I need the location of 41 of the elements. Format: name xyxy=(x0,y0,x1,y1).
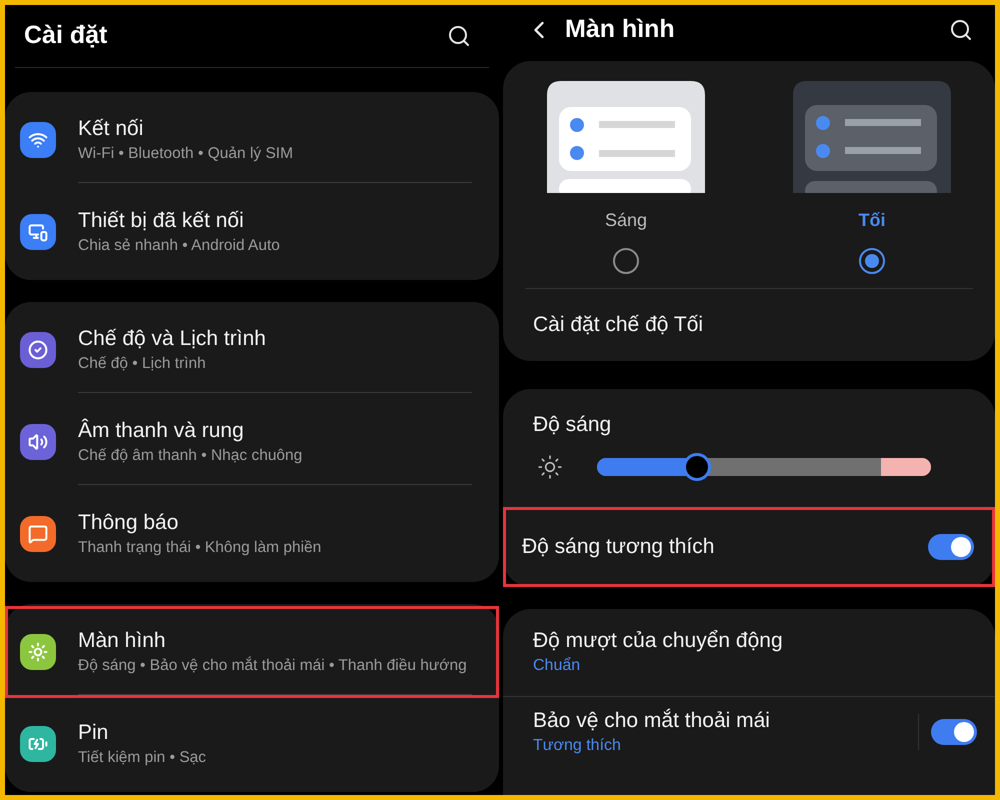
item-subtitle: Chế độ • Lịch trình xyxy=(78,354,207,374)
item-value: Tương thích xyxy=(533,736,622,756)
item-subtitle: Chia sẻ nhanh • Android Auto xyxy=(78,236,281,256)
toggle-switch[interactable] xyxy=(928,534,974,560)
settings-item[interactable]: Pin Tiết kiệm pin • Sạc xyxy=(5,698,499,790)
item-title: Thông báo xyxy=(78,510,180,536)
item-subtitle: Độ sáng • Bảo vệ cho mắt thoải mái • Thanh điều hướng xyxy=(78,656,468,676)
settings-item[interactable]: Thông báo Thanh trạng thái • Không làm phiền xyxy=(5,488,499,580)
item-title: Chế độ và Lịch trình xyxy=(78,326,267,352)
item-title: Bảo vệ cho mắt thoải mái xyxy=(533,708,771,734)
item-title: Thiết bị đã kết nối xyxy=(78,208,245,234)
search-icon[interactable] xyxy=(447,24,471,48)
brightness-title: Độ sáng xyxy=(532,412,612,438)
settings-item[interactable]: Chế độ và Lịch trình Chế độ • Lịch trình xyxy=(5,304,499,396)
radio-button[interactable] xyxy=(859,248,885,274)
item-title: Màn hình xyxy=(78,628,167,654)
item-subtitle: Chế độ âm thanh • Nhạc chuông xyxy=(78,446,304,466)
slider-thumb[interactable] xyxy=(683,452,712,480)
item-title: Kết nối xyxy=(78,116,144,142)
sun-icon xyxy=(537,454,563,480)
theme-label: Sáng xyxy=(604,209,648,232)
theme-label: Tối xyxy=(858,209,886,232)
item-title: Độ mượt của chuyển động xyxy=(533,628,784,654)
settings-item[interactable]: Thiết bị đã kết nối Chia sẻ nhanh • Android Auto xyxy=(5,186,499,278)
settings-item[interactable]: Âm thanh và rung Chế độ âm thanh • Nhạc chuông xyxy=(5,396,499,488)
item-title: Pin xyxy=(78,720,110,746)
search-icon[interactable] xyxy=(949,18,973,42)
item-subtitle: Tiết kiệm pin • Sạc xyxy=(78,748,208,768)
page-title: Màn hình xyxy=(565,14,675,46)
item-title: Âm thanh và rung xyxy=(78,418,245,444)
item-value: Chuẩn xyxy=(533,656,582,676)
radio-button[interactable] xyxy=(613,248,639,274)
settings-item[interactable]: Màn hình Độ sáng • Bảo vệ cho mắt thoải mái • Thanh điều hướng xyxy=(5,606,499,698)
dark-mode-settings-item[interactable]: Cài đặt chế độ Tối xyxy=(533,309,704,341)
toggle-switch[interactable] xyxy=(931,718,977,744)
page-title: Cài đặt xyxy=(24,20,108,52)
item-title: Độ sáng tương thích xyxy=(522,534,714,560)
adaptive-brightness-item[interactable]: Độ sáng tương thích xyxy=(503,506,995,586)
item-subtitle: Thanh trạng thái • Không làm phiền xyxy=(78,538,322,558)
item-subtitle: Wi-Fi • Bluetooth • Quản lý SIM xyxy=(78,144,294,164)
settings-item[interactable]: Kết nối Wi-Fi • Bluetooth • Quản lý SIM xyxy=(5,94,499,186)
